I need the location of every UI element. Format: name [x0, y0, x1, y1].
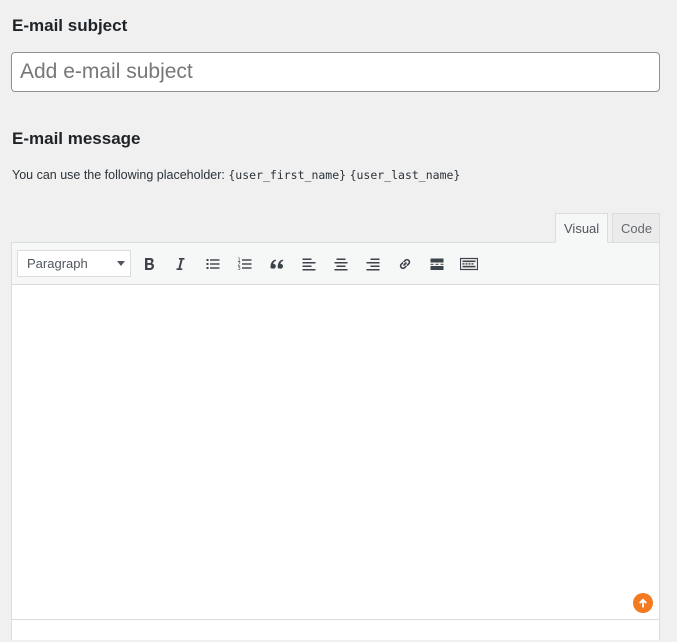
grammar-checker-badge[interactable] — [633, 593, 653, 613]
align-right-icon — [366, 258, 380, 271]
tab-visual[interactable]: Visual — [555, 213, 608, 243]
email-subject-input[interactable] — [11, 52, 660, 92]
placeholder-first-name: {user_first_name} — [228, 168, 347, 182]
align-center-button[interactable] — [328, 252, 354, 276]
editor-content-area[interactable] — [12, 286, 659, 619]
email-message-title: E-mail message — [12, 129, 141, 148]
editor-statusbar — [12, 619, 659, 640]
blockquote-icon — [270, 259, 284, 269]
placeholder-hint-text: You can use the following placeholder: — [12, 168, 225, 182]
bulleted-list-icon — [206, 259, 220, 269]
format-select-value: Paragraph — [27, 256, 88, 271]
bold-button[interactable] — [136, 252, 162, 276]
align-right-button[interactable] — [360, 252, 386, 276]
blockquote-button[interactable] — [264, 252, 290, 276]
editor-toolbar: Paragraph 1 2 3 — [12, 243, 659, 285]
format-select[interactable]: Paragraph — [17, 250, 131, 277]
placeholder-hint: You can use the following placeholder: {… — [12, 168, 460, 182]
read-more-button[interactable] — [424, 252, 450, 276]
bulleted-list-button[interactable] — [200, 252, 226, 276]
italic-icon — [176, 258, 185, 270]
link-icon — [399, 258, 411, 270]
align-center-icon — [334, 258, 348, 271]
email-subject-title: E-mail subject — [12, 16, 128, 35]
bold-icon — [145, 258, 154, 270]
svg-text:3: 3 — [238, 266, 241, 272]
align-left-icon — [302, 258, 316, 271]
read-more-icon — [430, 258, 444, 270]
numbered-list-button[interactable]: 1 2 3 — [232, 252, 258, 276]
arrow-up-icon — [639, 598, 647, 608]
placeholder-last-name: {user_last_name} — [349, 168, 461, 182]
message-editor: Paragraph 1 2 3 — [11, 242, 660, 640]
toolbar-toggle-icon — [460, 257, 478, 271]
align-left-button[interactable] — [296, 252, 322, 276]
numbered-list-icon: 1 2 3 — [238, 258, 252, 272]
insert-link-button[interactable] — [392, 252, 418, 276]
tab-code[interactable]: Code — [612, 213, 660, 243]
chevron-down-icon — [117, 261, 125, 266]
italic-button[interactable] — [167, 252, 193, 276]
toolbar-toggle-button[interactable] — [456, 252, 482, 276]
